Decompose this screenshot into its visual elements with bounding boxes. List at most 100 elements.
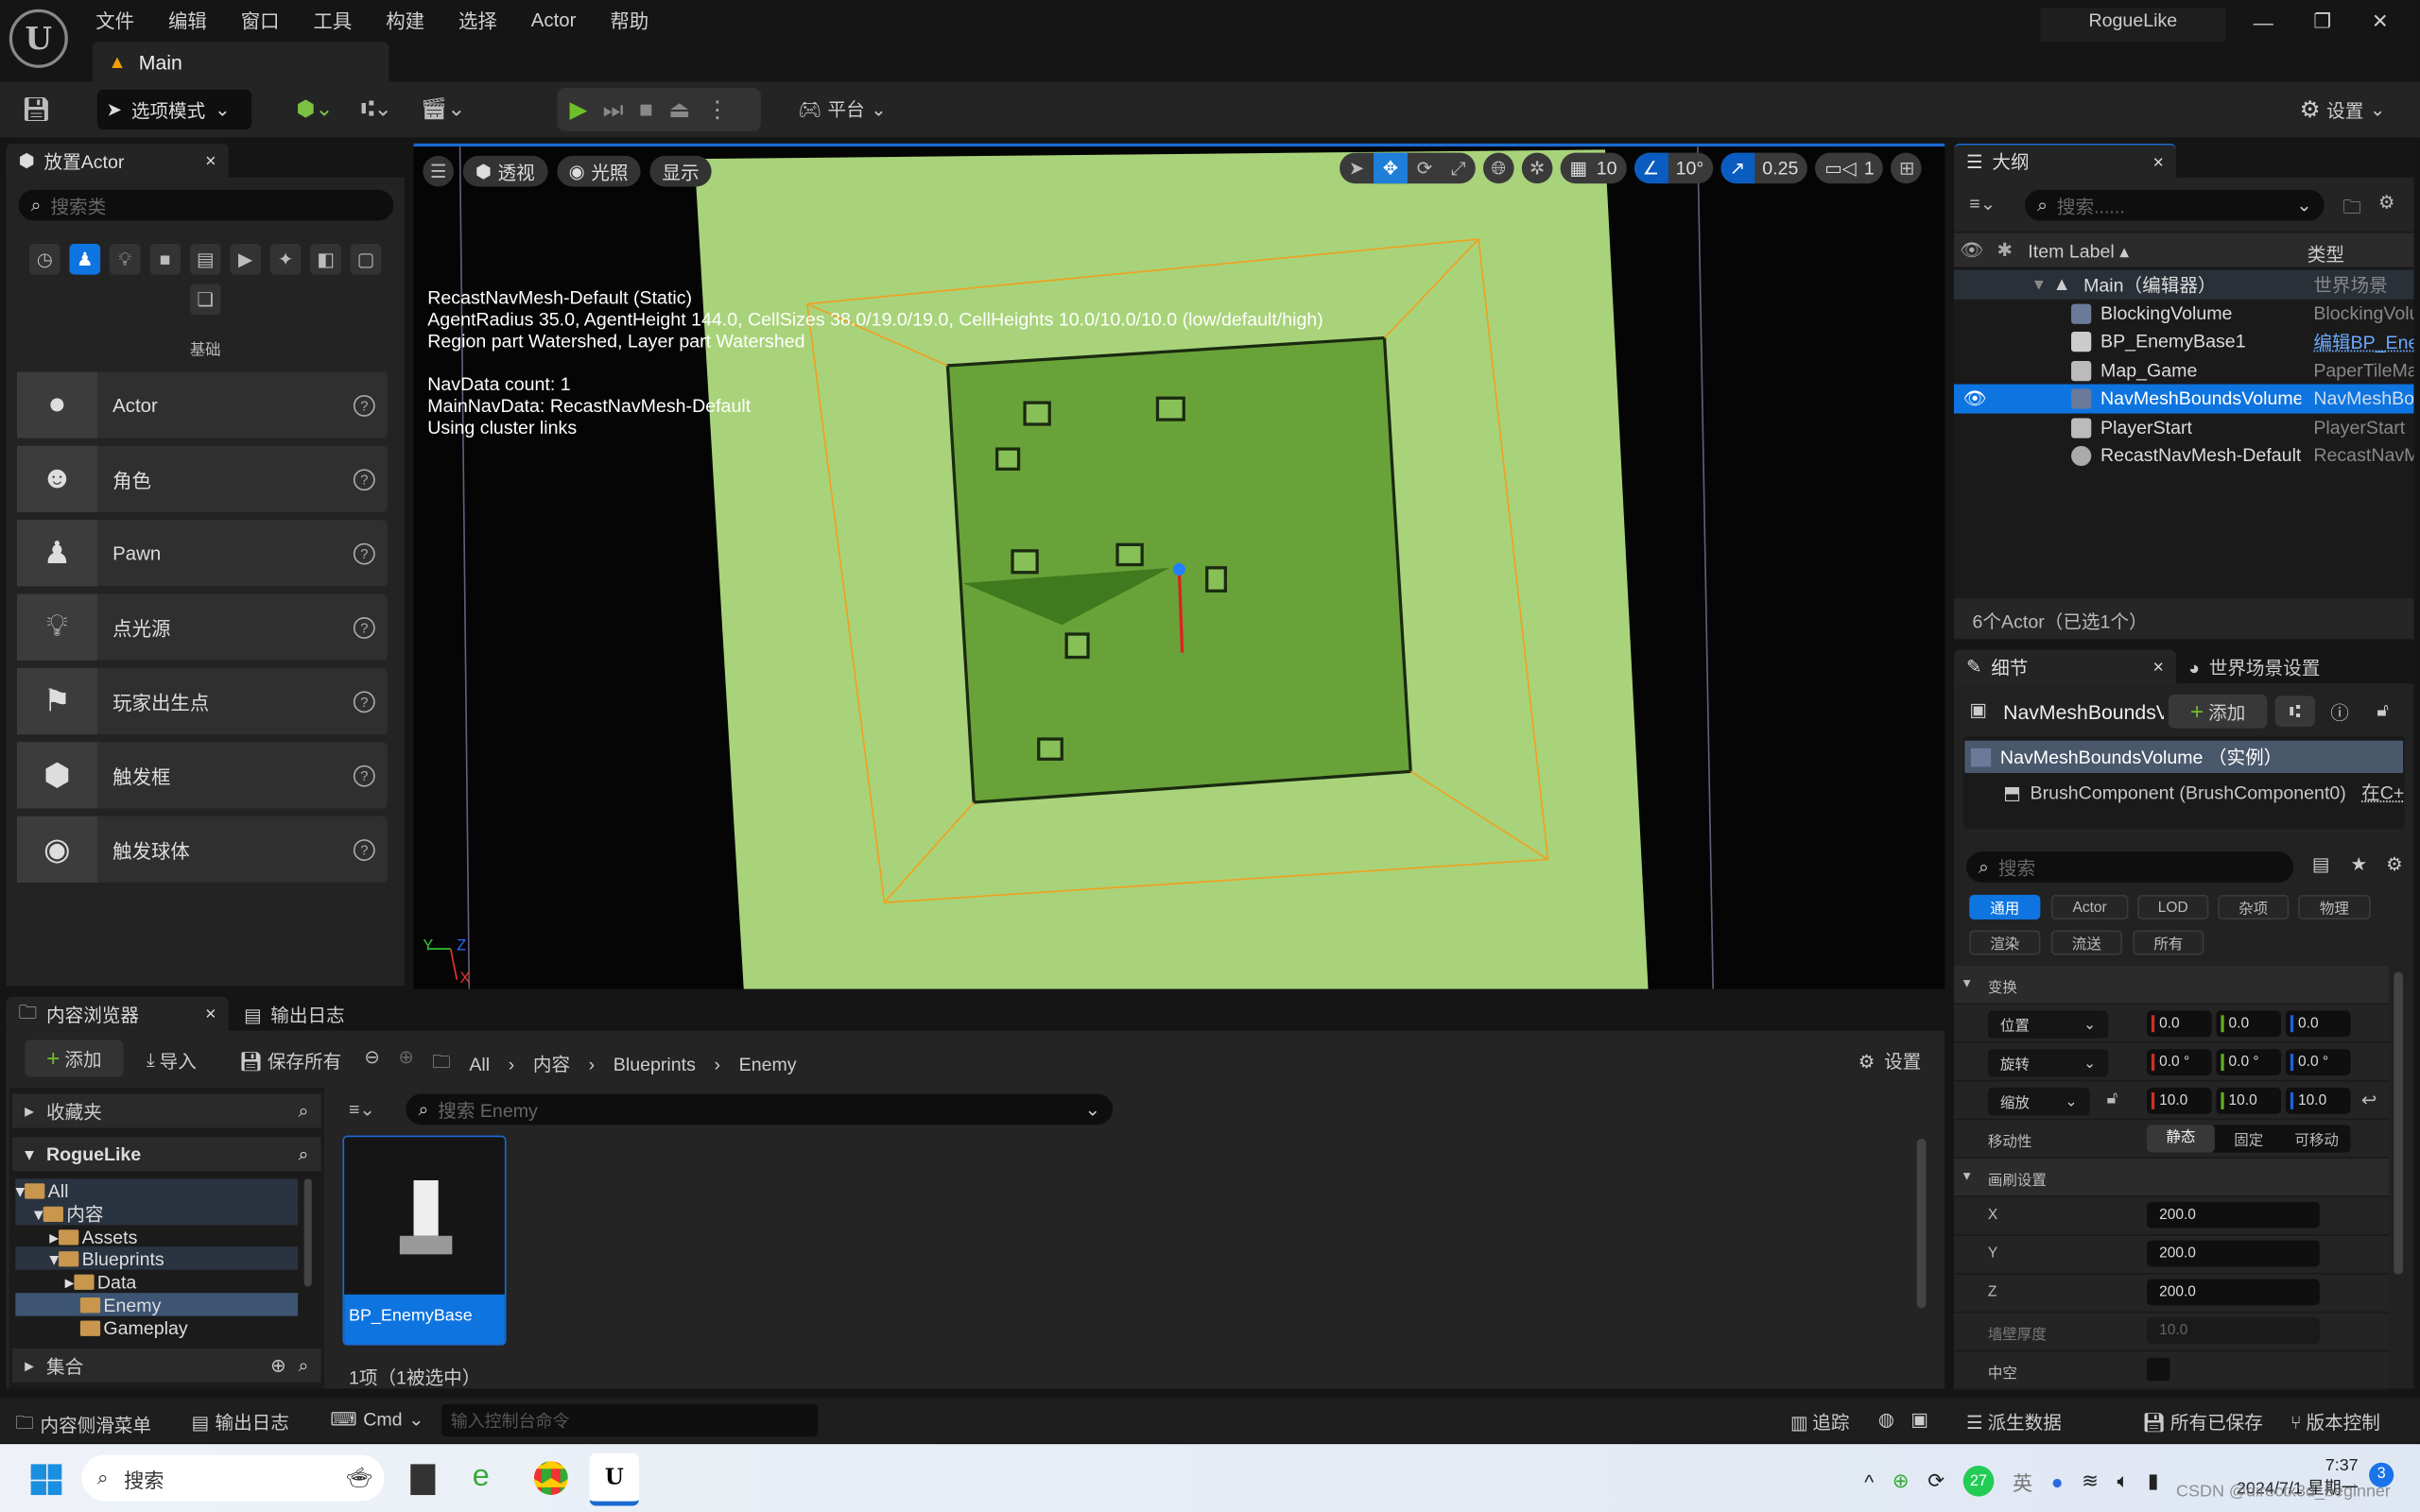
edit-blueprint-link[interactable]: 编辑BP_EnemyBase (2313, 328, 2413, 354)
search-icon[interactable]: ⌕ (299, 1354, 309, 1377)
outliner-row[interactable]: BlockingVolumeBlockingVolume (1954, 300, 2413, 328)
menu-window[interactable]: 窗口 (241, 5, 280, 34)
menu-help[interactable]: 帮助 (610, 5, 648, 34)
breadcrumb-content[interactable]: 内容 (533, 1051, 570, 1077)
table-view-icon[interactable]: ▤ (2312, 853, 2330, 875)
tray-app2-icon[interactable]: ● (2051, 1469, 2064, 1492)
outliner-row[interactable]: BP_EnemyBase1编辑BP_EnemyBase (1954, 327, 2413, 355)
add-component-button[interactable]: + 添加 (2168, 694, 2268, 729)
tab-details[interactable]: ✎ 细节 × (1953, 649, 2177, 684)
menu-build[interactable]: 构建 (386, 5, 424, 34)
show-button[interactable]: 显示 (649, 155, 712, 187)
sync-icon[interactable]: ⟳ (1927, 1469, 1945, 1493)
save-icon[interactable]: 💾︎ (22, 95, 51, 124)
location-x[interactable]: 0.0 (2147, 1010, 2212, 1038)
brush-section-header[interactable]: ▾ 画刷设置 (1953, 1159, 2390, 1197)
reset-icon[interactable]: ↩ (2361, 1090, 2377, 1111)
tree-scrollbar[interactable] (303, 1178, 312, 1287)
hollow-checkbox[interactable] (2147, 1357, 2170, 1382)
close-tab-icon[interactable]: × (2153, 150, 2164, 172)
folder-gameplay[interactable]: Gameplay (15, 1316, 298, 1339)
asset-tile[interactable]: BP_EnemyBase (342, 1135, 507, 1346)
folder-content[interactable]: ▾ 内容 (15, 1201, 299, 1226)
details-scrollbar[interactable] (2394, 971, 2404, 1275)
blueprint-button[interactable]: ⑆ (2274, 696, 2315, 727)
add-collection-icon[interactable]: ⊕ (270, 1354, 285, 1376)
perspective-button[interactable]: ⬢ 透视 (462, 155, 547, 187)
outliner-row[interactable]: Map_GamePaperTileMap (1954, 356, 2413, 385)
rotation-z[interactable]: 0.0 ° (2285, 1049, 2351, 1075)
folder-data[interactable]: ▸ Data (15, 1270, 298, 1293)
viewport-menu-button[interactable]: ☰ (423, 155, 454, 187)
breadcrumb-all[interactable]: All (469, 1053, 490, 1074)
folder-enemy[interactable]: Enemy (15, 1293, 299, 1316)
derived-data-button[interactable]: ☰ 派生数据 (1966, 1409, 2062, 1435)
tab-output-log[interactable]: ▤ 输出日志 (244, 1002, 345, 1028)
mobility-static[interactable]: 静态 (2147, 1125, 2215, 1153)
rotation-snap-button[interactable]: ∠ 10° (1634, 152, 1714, 184)
level-viewport[interactable]: ☰ ⬢ 透视 ◉ 光照 显示 ➤ ✥ ⟳ ⤢ 🌐︎ ✲ ▦ 10 ∠ 10° ↗ 0.25 ▭◁… (413, 143, 1945, 989)
output-log-button[interactable]: ▤ 输出日志 (191, 1409, 288, 1435)
restore-button[interactable]: ❐ (2313, 9, 2331, 34)
breadcrumb-enemy[interactable]: Enemy (739, 1053, 797, 1074)
filter-all[interactable]: 所有 (2133, 930, 2204, 955)
asset-search-input[interactable]: ⌕ 搜索 Enemy ⌄ (406, 1093, 1114, 1125)
grid-snap-button[interactable]: ▦ 10 (1560, 152, 1627, 184)
all-saved-button[interactable]: 💾︎ 所有已保存 (2142, 1409, 2263, 1435)
recent-icon[interactable]: ◷ (29, 243, 60, 275)
mobility-movable[interactable]: 可移动 (2283, 1127, 2351, 1149)
item-label-header[interactable]: Item Label ▴ (2028, 241, 2129, 263)
close-tab-icon[interactable]: × (205, 1003, 216, 1024)
location-dropdown[interactable]: 位置 ⌄ (1987, 1010, 2109, 1039)
scale-snap-button[interactable]: ↗ 0.25 (1720, 152, 1808, 184)
location-y[interactable]: 0.0 (2216, 1010, 2282, 1038)
help-icon[interactable]: ⓘ (2330, 699, 2349, 726)
tray-counter[interactable]: 27 (1962, 1466, 1995, 1497)
all-classes-icon[interactable]: ❏ (189, 284, 221, 316)
visibility-column-icon[interactable]: 👁︎ (1960, 239, 1983, 261)
filter-general[interactable]: 通用 (1969, 894, 2041, 920)
close-tab-icon[interactable]: × (205, 149, 216, 171)
more-icon[interactable]: ⋮ (706, 95, 729, 124)
menu-actor[interactable]: Actor (531, 9, 577, 30)
rotate-tool-icon[interactable]: ⟳ (1408, 158, 1442, 180)
scale-x[interactable]: 10.0 (2147, 1088, 2212, 1114)
platform-button[interactable]: 🎮︎ 平台 ⌄ (798, 95, 887, 122)
filter-streaming[interactable]: 流送 (2050, 930, 2122, 955)
gear-icon[interactable]: ⚙ (2378, 191, 2395, 213)
close-button[interactable]: ✕ (2372, 9, 2389, 34)
tray-app-icon[interactable]: ⊕ (1893, 1469, 1910, 1493)
location-z[interactable]: 0.0 (2285, 1010, 2351, 1038)
help-icon[interactable]: ? (353, 690, 375, 713)
source-control-button[interactable]: ⑂ 版本控制 (2290, 1409, 2380, 1435)
brush-z-input[interactable]: 200.0 (2147, 1279, 2320, 1306)
rotation-x[interactable]: 0.0 ° (2147, 1049, 2212, 1075)
fx-icon[interactable]: ✦ (269, 243, 302, 275)
settings-button[interactable]: ⚙ 设置 ⌄ (2300, 95, 2386, 124)
add-actor-icon[interactable]: ⬢⌄ (296, 95, 333, 122)
actor-item-player-start[interactable]: ⚑ 玩家出生点? (16, 667, 388, 735)
scale-z[interactable]: 10.0 (2285, 1088, 2351, 1114)
brush-y-input[interactable]: 200.0 (2147, 1240, 2320, 1267)
scale-tool-icon[interactable]: ⤢ (1442, 157, 1476, 180)
select-tool-icon[interactable]: ➤ (1340, 158, 1374, 180)
cinematics-icon[interactable]: 🎬︎⌄ (420, 95, 465, 122)
actor-item-trigger-sphere[interactable]: ◉ 触发球体? (16, 816, 388, 883)
content-drawer-button[interactable]: 🗀︎ 内容侧滑菜单 (15, 1409, 151, 1441)
help-icon[interactable]: ? (353, 616, 375, 639)
details-search-input[interactable]: ⌕ 搜索 (1965, 851, 2294, 883)
outliner-row[interactable]: RecastNavMesh-DefaultRecastNavMesh (1954, 441, 2413, 470)
scale-y[interactable]: 10.0 (2216, 1088, 2282, 1114)
windows-start-icon[interactable] (30, 1464, 62, 1496)
move-tool-icon[interactable]: ✥ (1374, 152, 1408, 184)
geometry-icon[interactable]: ◧ (310, 243, 341, 275)
console-input[interactable]: 输入控制台命令 (441, 1403, 819, 1436)
star-icon[interactable]: ★ (2351, 853, 2368, 875)
transform-section-header[interactable]: ▾ 变换 (1953, 966, 2390, 1005)
help-icon[interactable]: ? (353, 394, 375, 416)
screenshot-icon[interactable]: ▣ (1910, 1409, 1928, 1431)
lighting-button[interactable]: ◉ 光照 (556, 155, 641, 187)
component-instance-row[interactable]: NavMeshBoundsVolume （实例） (1964, 740, 2404, 773)
component-row[interactable]: ⬒BrushComponent (BrushComponent0)在C++ (2003, 779, 2404, 805)
menu-edit[interactable]: 编辑 (168, 5, 207, 34)
